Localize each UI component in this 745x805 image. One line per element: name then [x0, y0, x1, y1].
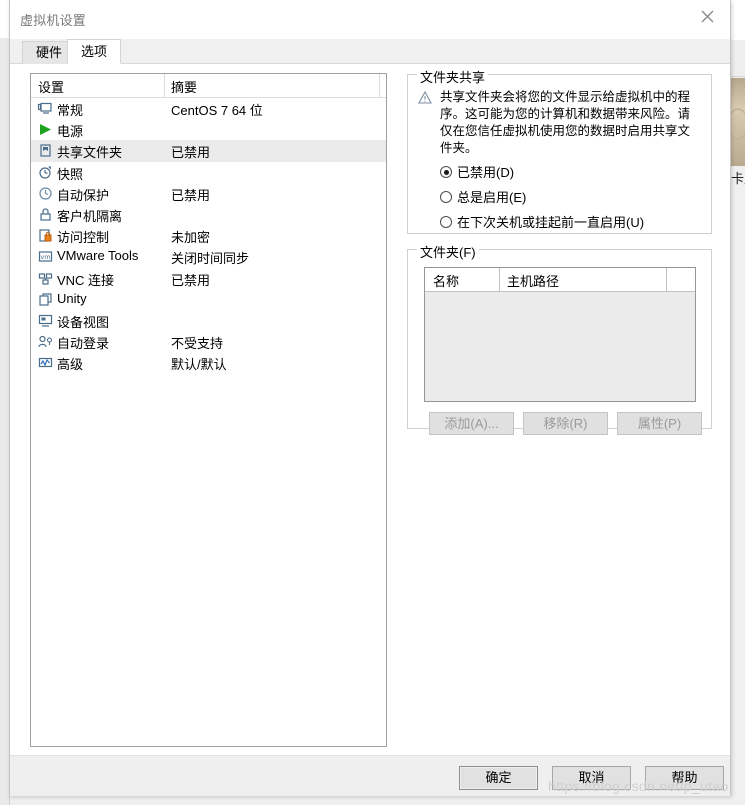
lock-icon: [37, 206, 54, 223]
background-right-titlebar: [731, 0, 745, 40]
settings-row-label: 设备视图: [57, 314, 110, 330]
settings-row-label: 高级: [57, 357, 84, 373]
settings-row-label: 客户机隔离: [57, 208, 123, 224]
settings-row-general[interactable]: 常规 CentOS 7 64 位: [31, 98, 386, 119]
settings-row-label: VNC 连接: [57, 272, 115, 288]
folders-column-name: 名称: [433, 274, 460, 289]
settings-row-summary: 已禁用: [171, 145, 211, 161]
column-header-summary: 摘要: [171, 80, 198, 95]
radio-dot-icon: [440, 191, 452, 203]
autologin-icon: [37, 333, 54, 350]
settings-list-header: 设置 摘要: [31, 74, 386, 98]
settings-row-label: 自动登录: [57, 336, 110, 352]
shared-folder-icon: [37, 142, 54, 159]
window-title: 虚拟机设置: [20, 13, 87, 28]
monitor-icon: [37, 100, 54, 117]
settings-row-summary: 已禁用: [171, 187, 211, 203]
unity-icon: [37, 291, 54, 308]
settings-list: 设置 摘要 常规 CentOS 7 64 位 电源 共享文件夹 已禁用 快照 自…: [30, 73, 387, 747]
vm-settings-dialog: 虚拟机设置 硬件 选项 设置 摘要 常规 CentOS 7 64 位 电源 共享…: [9, 0, 731, 796]
settings-row-power[interactable]: 电源: [31, 119, 386, 140]
options-page: 设置 摘要 常规 CentOS 7 64 位 电源 共享文件夹 已禁用 快照 自…: [10, 64, 730, 755]
radio-dot-icon: [440, 216, 452, 228]
settings-row-summary: 关闭时间同步: [171, 251, 250, 267]
device-view-icon: [37, 312, 54, 329]
header-divider-2: [379, 74, 380, 97]
settings-row-label: 自动保护: [57, 187, 110, 203]
settings-row-summary: 不受支持: [171, 336, 224, 352]
folders-table-header: 名称 主机路径: [425, 268, 695, 292]
settings-row-label: 共享文件夹: [57, 145, 123, 161]
settings-row-label: Unity: [57, 290, 87, 306]
settings-row-access-control[interactable]: 访问控制 未加密: [31, 225, 386, 246]
help-button[interactable]: 帮助: [645, 766, 724, 790]
radio-dot-icon: [440, 166, 452, 178]
folders-table[interactable]: 名称 主机路径: [424, 267, 696, 402]
tab-strip: 硬件 选项: [10, 39, 730, 64]
settings-row-vnc[interactable]: VNC 连接 已禁用: [31, 268, 386, 289]
screen: 卡片 虚拟机设置 硬件 选项 设置 摘要: [0, 0, 745, 805]
close-button[interactable]: [685, 0, 730, 30]
settings-row-summary: 默认/默认: [171, 357, 227, 373]
tab-options[interactable]: 选项: [67, 39, 122, 64]
warning-triangle-icon: [418, 90, 432, 104]
sharing-warning-text: 共享文件夹会将您的文件显示给虚拟机中的程序。这可能为您的计算机和数据带来风险。请…: [440, 90, 691, 155]
folders-column-hostpath: 主机路径: [507, 274, 560, 289]
title-bar: 虚拟机设置: [10, 0, 730, 39]
folders-header-divider-2: [666, 268, 667, 291]
settings-row-vmware-tools[interactable]: vm VMware Tools 关闭时间同步: [31, 246, 386, 267]
folders-group-title: 文件夹(F): [417, 242, 479, 261]
settings-row-autoprotect[interactable]: 自动保护 已禁用: [31, 183, 386, 204]
add-folder-button[interactable]: 添加(A)...: [429, 412, 514, 435]
settings-row-summary: CentOS 7 64 位: [171, 103, 263, 118]
background-right-toolbar: [731, 40, 745, 77]
settings-row-snapshot[interactable]: 快照: [31, 162, 386, 183]
advanced-icon: [37, 354, 54, 371]
radio-label: 总是启用(E): [457, 190, 527, 205]
column-header-setting: 设置: [38, 80, 65, 95]
ok-button[interactable]: 确定: [459, 766, 538, 790]
close-icon: [701, 10, 714, 23]
settings-row-advanced[interactable]: 高级 默认/默认: [31, 352, 386, 373]
settings-row-label: 访问控制: [57, 230, 110, 246]
radio-label: 在下次关机或挂起前一直启用(U): [457, 215, 645, 230]
settings-row-label: 常规: [57, 103, 84, 118]
folder-properties-button[interactable]: 属性(P): [617, 412, 702, 435]
settings-row-autologon[interactable]: 自动登录 不受支持: [31, 331, 386, 352]
settings-row-label: 快照: [57, 166, 84, 182]
vmware-tools-icon: vm: [37, 248, 54, 265]
folder-sharing-group-title: 文件夹共享: [417, 67, 489, 86]
background-right-thumbnail: [727, 78, 745, 166]
folder-sharing-group: 文件夹共享 共享文件夹会将您的文件显示给虚拟机中的程序。这可能为您的计算机和数据…: [407, 67, 712, 234]
settings-row-summary: 已禁用: [171, 272, 211, 288]
clock-icon: [37, 185, 54, 202]
background-right-text: 卡片: [731, 171, 745, 186]
remove-folder-button[interactable]: 移除(R): [523, 412, 608, 435]
settings-row-label: VMware Tools: [57, 248, 139, 264]
dialog-button-bar: 确定 取消 帮助: [10, 755, 730, 796]
folders-group: 文件夹(F) 名称 主机路径 添加(A)... 移除(R) 属性(P): [407, 242, 712, 435]
settings-row-unity[interactable]: Unity: [31, 289, 386, 310]
folders-header-divider-1: [499, 268, 500, 291]
radio-label: 已禁用(D): [457, 165, 515, 180]
svg-text:vm: vm: [40, 253, 50, 261]
settings-row-shared-folders[interactable]: 共享文件夹 已禁用: [31, 140, 386, 162]
folders-table-body: [425, 292, 695, 401]
settings-row-summary: 未加密: [171, 230, 211, 246]
settings-row-guest-isolation[interactable]: 客户机隔离: [31, 204, 386, 225]
settings-row-device-view[interactable]: 设备视图: [31, 310, 386, 331]
access-control-icon: [37, 227, 54, 244]
vnc-icon: [37, 270, 54, 287]
snapshot-icon: [37, 164, 54, 181]
header-divider: [164, 74, 165, 97]
cancel-button[interactable]: 取消: [552, 766, 631, 790]
background-left-titlebar: [0, 0, 9, 38]
play-icon: [37, 121, 54, 138]
settings-row-label: 电源: [57, 124, 84, 140]
